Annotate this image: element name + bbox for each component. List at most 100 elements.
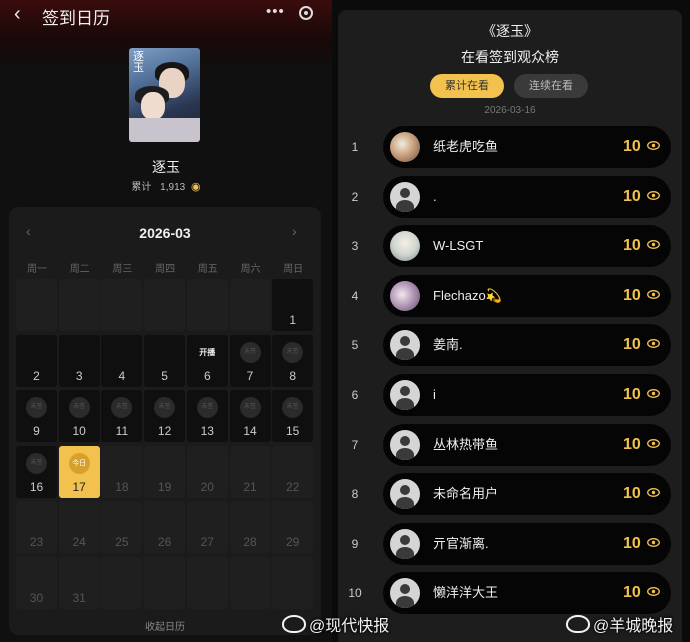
default-avatar-icon[interactable] [390, 330, 420, 361]
checkin-status-badge: 未签 [68, 397, 90, 418]
viewer-name: 纸老虎吃鱼 [433, 139, 499, 154]
checkin-status-badge: 未签 [196, 397, 218, 418]
eye-icon [647, 141, 660, 150]
calendar-day-today[interactable]: 今日 17 [58, 445, 100, 498]
leaderboard-row[interactable]: 7 丛林热带鱼 10 [338, 423, 682, 466]
calendar-day-number: 15 [286, 424, 300, 438]
watch-count: 10 [623, 187, 641, 205]
calendar-empty-cell [272, 556, 314, 609]
leaderboard-row[interactable]: 5 姜南. 10 [338, 324, 682, 367]
avatar[interactable] [390, 231, 420, 262]
calendar-day[interactable]: 1 [272, 279, 314, 331]
avatar[interactable] [390, 132, 420, 162]
page-title: 签到日历 [42, 9, 110, 28]
viewer-name: 亓官渐离. [433, 535, 489, 551]
rank-number: 8 [351, 487, 359, 502]
checkin-calendar-panel: ‹ 签到日历 ••• 逐玉 逐玉 累计 1,913 ◉ ‹ › 2026-03 … [0, 0, 332, 642]
watch-count: 10 [623, 386, 641, 403]
cumulative-count: 累计 1,913 ◉ [0, 178, 332, 193]
drama-name: 逐玉 [152, 159, 180, 175]
viewer-name: 姜南. [433, 337, 463, 353]
default-avatar-icon[interactable] [390, 479, 420, 510]
calendar-day-number: 2 [33, 368, 40, 383]
calendar-day[interactable]: 未签 12 [144, 390, 186, 442]
leaderboard-row[interactable]: 6 i 10 [338, 374, 682, 416]
leaderboard-row[interactable]: 9 亓官渐离. 10 [338, 522, 682, 565]
calendar-day-number: 11 [115, 424, 129, 438]
viewer-pill: 亓官渐离. 10 [383, 522, 671, 565]
calendar-day-number: 9 [33, 424, 40, 438]
leaderboard-subtitle: 在看签到观众榜 [461, 49, 559, 65]
calendar-empty-cell [186, 556, 228, 609]
calendar-day[interactable]: 3 [58, 334, 100, 387]
calendar-day: 30 [16, 556, 57, 609]
cumulative-label: 累计 [131, 182, 152, 193]
calendar-day[interactable]: 未签 10 [58, 390, 100, 442]
default-avatar-icon[interactable] [390, 181, 420, 212]
eye-icon [647, 240, 660, 250]
eye-icon [647, 339, 660, 349]
leaderboard-row[interactable]: 2. 10 [338, 175, 682, 218]
rank-number: 7 [351, 437, 359, 452]
calendar-day: 29 [272, 501, 314, 553]
weekday-label: 周日 [283, 264, 304, 275]
leaderboard-row[interactable]: 4 Flechazo💫 10 [338, 274, 682, 317]
viewer-name: 丛林热带鱼 [433, 436, 499, 452]
watermark: @现代快报 [282, 612, 389, 636]
premiere-tag: 开播 [199, 347, 216, 357]
calendar-day[interactable]: 未签 15 [272, 390, 314, 442]
calendar-day: 31 [58, 556, 100, 609]
calendar-day-number: 16 [29, 479, 44, 494]
watermark-text: @现代快报 [309, 618, 390, 635]
target-icon[interactable] [299, 6, 313, 20]
viewer-pill: 懒洋洋大王 10 [383, 572, 671, 615]
watch-count: 10 [623, 138, 641, 155]
calendar-day: 27 [186, 501, 228, 553]
weekday-label: 周四 [155, 264, 176, 275]
avatar[interactable] [390, 280, 420, 311]
cumulative-value: 1,913 [160, 182, 186, 193]
calendar-day[interactable]: 未签 16 [16, 445, 57, 498]
calendar-day: 26 [144, 501, 186, 553]
calendar-day[interactable]: 2 [16, 334, 57, 387]
viewer-name: W-LSGT [433, 238, 484, 254]
default-avatar-icon[interactable] [390, 429, 420, 460]
tab-cumulative-watching[interactable]: 累计在看 [430, 74, 504, 98]
leaderboard-row[interactable]: 10 懒洋洋大王 10 [338, 572, 682, 615]
calendar-day[interactable]: 未签 9 [16, 390, 57, 442]
calendar-day: 25 [101, 501, 143, 553]
calendar-day[interactable]: 5 [144, 334, 186, 387]
weekday-label: 周五 [197, 264, 218, 275]
leaderboard-row[interactable]: 1 纸老虎吃鱼 10 [338, 126, 682, 168]
calendar-day[interactable]: 开播 6 [186, 334, 228, 387]
default-avatar-icon[interactable] [390, 380, 420, 410]
calendar-day[interactable]: 未签 13 [186, 390, 228, 442]
viewer-pill: 丛林热带鱼 10 [383, 423, 671, 466]
calendar-day[interactable]: 未签 11 [101, 390, 143, 442]
default-avatar-icon[interactable] [390, 528, 420, 559]
tab-consecutive-watching[interactable]: 连续在看 [514, 74, 588, 98]
watch-count: 10 [623, 435, 641, 453]
leaderboard-title: 《逐玉》 [482, 23, 538, 39]
calendar-day[interactable]: 未签 14 [229, 390, 271, 442]
checkin-status-badge: 今日 [68, 452, 90, 474]
checkin-status-badge: 未签 [239, 397, 261, 418]
calendar-day: 24 [58, 501, 100, 553]
calendar-day[interactable]: 未签 8 [272, 334, 314, 387]
default-avatar-icon[interactable] [390, 578, 420, 609]
weekday-label: 周三 [112, 264, 133, 275]
more-dots-icon[interactable]: ••• [266, 3, 285, 20]
watch-count: 10 [623, 534, 641, 552]
leaderboard-row[interactable]: 3 W-LSGT 10 [338, 225, 682, 268]
drama-poster: 逐玉 [129, 48, 200, 142]
rank-number: 1 [351, 140, 359, 154]
checkin-status-badge: 未签 [282, 397, 304, 418]
calendar-day-number: 5 [161, 368, 168, 383]
calendar-day[interactable]: 4 [101, 334, 143, 387]
collapse-calendar-button[interactable]: 收起日历 [9, 618, 321, 633]
calendar-day-number: 14 [243, 424, 257, 438]
calendar-day[interactable]: 未签 7 [229, 334, 271, 387]
leaderboard-row[interactable]: 8 未命名用户 10 [338, 473, 682, 516]
eye-icon [647, 537, 660, 547]
back-icon[interactable]: ‹ [14, 3, 21, 25]
